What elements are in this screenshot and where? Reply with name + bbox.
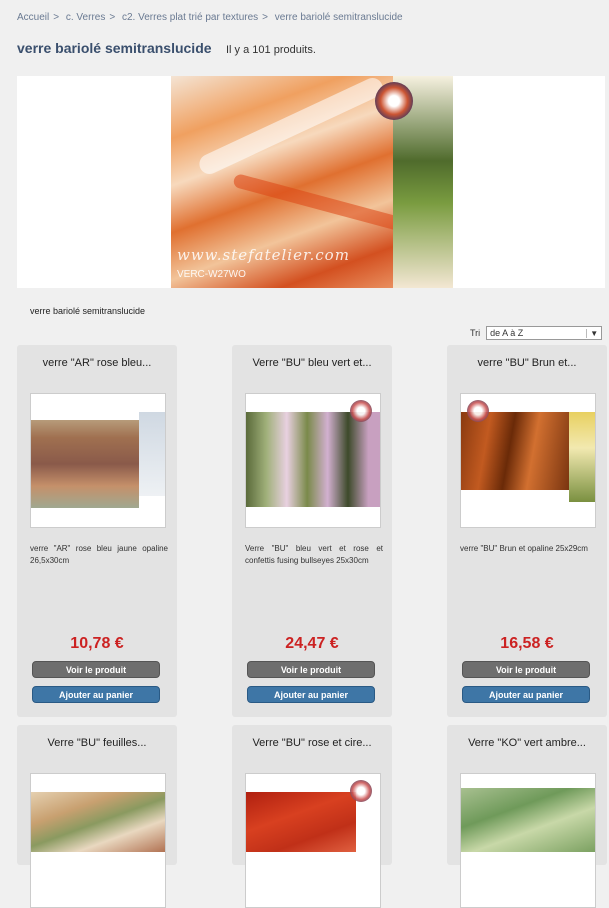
- product-count: Il y a 101 produits.: [226, 44, 316, 56]
- chevron-down-icon: ▼: [586, 328, 598, 338]
- view-product-button[interactable]: Voir le produit: [32, 661, 160, 678]
- brand-logo-icon: [350, 780, 372, 802]
- product-name[interactable]: Verre "BU" bleu vert et...: [232, 345, 392, 369]
- banner-code: VERC-W27WO: [177, 269, 246, 280]
- product-image[interactable]: [30, 773, 166, 908]
- product-description: Verre "BU" bleu vert et rose et confetti…: [245, 544, 383, 565]
- category-banner: www.stefatelier.com VERC-W27WO: [17, 76, 605, 288]
- product-description: verre "AR" rose bleu jaune opaline 26,5x…: [30, 544, 168, 565]
- product-card: Verre "BU" rose et cire...: [232, 725, 392, 908]
- page-title: verre bariolé semitranslucide: [17, 40, 212, 56]
- add-to-cart-button[interactable]: Ajouter au panier: [247, 686, 375, 703]
- brand-logo-icon: [375, 82, 413, 120]
- breadcrumb-separator: >: [53, 12, 60, 23]
- product-name[interactable]: verre "AR" rose bleu...: [17, 345, 177, 369]
- product-description: verre "BU" Brun et opaline 25x29cm: [460, 544, 588, 553]
- banner-watermark: www.stefatelier.com: [177, 246, 350, 264]
- breadcrumb-textures[interactable]: c2. Verres plat trié par textures: [122, 12, 258, 23]
- brand-logo-icon: [350, 400, 372, 422]
- view-product-button[interactable]: Voir le produit: [462, 661, 590, 678]
- breadcrumb-home[interactable]: Accueil: [17, 12, 49, 23]
- view-product-button[interactable]: Voir le produit: [247, 661, 375, 678]
- product-image[interactable]: [460, 393, 596, 528]
- product-name[interactable]: Verre "BU" feuilles...: [17, 725, 177, 749]
- product-card: verre "BU" Brun et... verre "BU" Brun et…: [447, 345, 607, 717]
- product-image[interactable]: [460, 773, 596, 908]
- product-card: Verre "KO" vert ambre...: [447, 725, 607, 908]
- product-name[interactable]: verre "BU" Brun et...: [447, 345, 607, 369]
- product-card: Verre "BU" bleu vert et... Verre "BU" bl…: [232, 345, 392, 717]
- brand-logo-icon: [467, 400, 489, 422]
- product-image[interactable]: [245, 773, 381, 908]
- product-price: 10,78 €: [70, 635, 124, 652]
- product-price: 16,58 €: [500, 635, 554, 652]
- product-card: verre "AR" rose bleu... verre "AR" rose …: [17, 345, 177, 717]
- product-name[interactable]: Verre "BU" rose et cire...: [232, 725, 392, 749]
- breadcrumb-verres[interactable]: c. Verres: [66, 12, 105, 23]
- sort-selected-value: de A à Z: [490, 328, 524, 338]
- sort-select[interactable]: de A à Z ▼: [486, 326, 603, 340]
- category-image: www.stefatelier.com VERC-W27WO: [171, 76, 453, 288]
- category-description: verre bariolé semitranslucide: [30, 306, 146, 316]
- product-price: 24,47 €: [285, 635, 339, 652]
- breadcrumb-separator: >: [262, 12, 268, 23]
- breadcrumb: Accueil > c. Verres > c2. Verres plat trié…: [17, 12, 407, 23]
- breadcrumb-current: verre bariolé semitranslucide: [274, 12, 403, 23]
- product-card: Verre "BU" feuilles...: [17, 725, 177, 908]
- product-name[interactable]: Verre "KO" vert ambre...: [447, 725, 607, 749]
- add-to-cart-button[interactable]: Ajouter au panier: [462, 686, 590, 703]
- sort-label: Tri: [470, 328, 481, 338]
- product-image[interactable]: [245, 393, 381, 528]
- add-to-cart-button[interactable]: Ajouter au panier: [32, 686, 160, 703]
- breadcrumb-separator: >: [109, 12, 116, 23]
- sort-control: Tri de A à Z ▼: [470, 326, 603, 340]
- product-image[interactable]: [30, 393, 166, 528]
- category-header: verre bariolé semitranslucide Il y a 101…: [17, 40, 316, 58]
